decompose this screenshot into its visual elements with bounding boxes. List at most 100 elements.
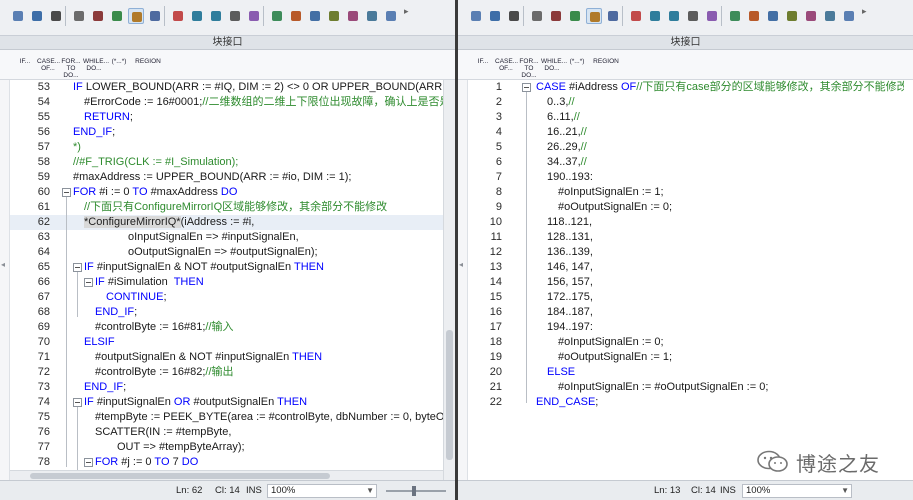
toolbar-button-icon[interactable] (647, 8, 663, 24)
toolbar-button-icon[interactable] (548, 8, 564, 24)
toolbar-button-icon[interactable] (628, 8, 644, 24)
left-horizontal-scrollbar[interactable] (10, 470, 443, 480)
code-line[interactable]: 1 CASE #iAddress OF//下面只有case部分的区域能够修改，其余… (484, 80, 904, 95)
toolbar-button-icon[interactable] (746, 8, 762, 24)
toolbar-button-icon[interactable] (529, 8, 545, 24)
code-line[interactable]: 10 118..121, (484, 215, 904, 230)
code-line[interactable]: 11 128..131, (484, 230, 904, 245)
code-line[interactable]: 56 END_IF; (10, 125, 443, 140)
toolbar-button-icon[interactable] (189, 8, 205, 24)
toolbar-button-icon[interactable] (487, 8, 503, 24)
toolbar-button-icon[interactable] (685, 8, 701, 24)
code-line[interactable]: 67 CONTINUE; (10, 290, 443, 305)
code-line[interactable]: 60 FOR #i := 0 TO #maxAddress DO (10, 185, 443, 200)
left-vscroll-thumb[interactable] (446, 330, 453, 460)
right-zoom-select[interactable]: 100% ▼ (742, 484, 852, 498)
left-hscroll-thumb[interactable] (30, 473, 330, 479)
toolbar-button-icon[interactable] (48, 8, 64, 24)
code-line[interactable]: 4 16..21,// (484, 125, 904, 140)
code-line[interactable]: 63 oInputSignalEn => #inputSignalEn, (10, 230, 443, 245)
stmt-comment-button[interactable]: (*...*) (106, 54, 132, 76)
toolbar-overflow-icon[interactable]: ▸ (862, 6, 867, 17)
code-line[interactable]: 65 IF #inputSignalEn & NOT #outputSignalE… (10, 260, 443, 275)
code-line[interactable]: 21 #oInputSignalEn := #oOutputSignalEn :=… (484, 380, 904, 395)
code-line[interactable]: 77 OUT => #tempByteArray); (10, 440, 443, 455)
code-line[interactable]: 58 //#F_TRIG(CLK := #I_Simulation); (10, 155, 443, 170)
stmt-for-to-do-button[interactable]: FOR... TO DO... (518, 54, 540, 79)
stmt-case-of-button[interactable]: CASE... OF... (37, 54, 60, 76)
code-line[interactable]: 66 IF #iSimulation THEN (10, 275, 443, 290)
fold-toggle-icon[interactable] (73, 398, 82, 407)
toolbar-button-icon[interactable] (704, 8, 720, 24)
fold-toggle-icon[interactable] (84, 278, 93, 287)
code-line[interactable]: 78 FOR #j := 0 TO 7 DO (10, 455, 443, 470)
code-line[interactable]: 6 34..37,// (484, 155, 904, 170)
left-zoom-slider[interactable] (386, 486, 446, 496)
toolbar-button-icon[interactable] (170, 8, 186, 24)
code-line[interactable]: 76 SCATTER(IN := #tempByte, (10, 425, 443, 440)
code-line[interactable]: 12 136..139, (484, 245, 904, 260)
code-line[interactable]: 71 #outputSignalEn & NOT #inputSignalEn T… (10, 350, 443, 365)
code-line[interactable]: 7 190..193: (484, 170, 904, 185)
right-code-area[interactable]: 1 CASE #iAddress OF//下面只有case部分的区域能够修改，其余… (484, 80, 904, 480)
toolbar-button-icon[interactable] (128, 8, 144, 24)
code-line[interactable]: 54 #ErrorCode := 16#0001;//二维数组的二维上下限位出现故… (10, 95, 443, 110)
code-line[interactable]: 64 oOutputSignalEn => #outputSignalEn); (10, 245, 443, 260)
toolbar-button-icon[interactable] (90, 8, 106, 24)
toolbar-button-icon[interactable] (345, 8, 361, 24)
stmt-if-button[interactable]: IF... (14, 54, 36, 76)
left-zoom-select[interactable]: 100% ▼ (267, 484, 377, 498)
toolbar-button-icon[interactable] (841, 8, 857, 24)
toolbar-button-icon[interactable] (269, 8, 285, 24)
code-line[interactable]: 8 #oInputSignalEn := 1; (484, 185, 904, 200)
code-line[interactable]: 3 6..11,// (484, 110, 904, 125)
toolbar-button-icon[interactable] (147, 8, 163, 24)
toolbar-button-icon[interactable] (208, 8, 224, 24)
code-line[interactable]: 22 END_CASE; (484, 395, 904, 410)
toolbar-button-icon[interactable] (506, 8, 522, 24)
code-line[interactable]: 72 #controlByte := 16#82;//输出 (10, 365, 443, 380)
toolbar-button-icon[interactable] (10, 8, 26, 24)
fold-toggle-icon[interactable] (62, 188, 71, 197)
stmt-comment-button[interactable]: (*...*) (564, 54, 590, 76)
code-line[interactable]: 73 END_IF; (10, 380, 443, 395)
toolbar-button-icon[interactable] (468, 8, 484, 24)
left-block-interface-bar[interactable]: 块接口 (0, 36, 455, 50)
toolbar-button-icon[interactable] (765, 8, 781, 24)
toolbar-button-icon[interactable] (288, 8, 304, 24)
code-line[interactable]: 9 #oOutputSignalEn := 0; (484, 200, 904, 215)
code-line[interactable]: 16 184..187, (484, 305, 904, 320)
left-zoom-slider-knob[interactable] (412, 486, 416, 496)
code-line[interactable]: 17 194..197: (484, 320, 904, 335)
code-line[interactable]: 14 156, 157, (484, 275, 904, 290)
left-vertical-scrollbar[interactable] (443, 80, 455, 480)
stmt-while-do-button[interactable]: WHILE... DO... (541, 54, 567, 76)
toolbar-button-icon[interactable] (109, 8, 125, 24)
stmt-case-of-button[interactable]: CASE... OF... (495, 54, 518, 76)
stmt-region-button[interactable]: REGION (593, 54, 619, 76)
code-line[interactable]: 5 26..29,// (484, 140, 904, 155)
toolbar-button-icon[interactable] (784, 8, 800, 24)
code-line[interactable]: 13 146, 147, (484, 260, 904, 275)
toolbar-button-icon[interactable] (383, 8, 399, 24)
fold-toggle-icon[interactable] (73, 263, 82, 272)
toolbar-button-icon[interactable] (605, 8, 621, 24)
fold-toggle-icon[interactable] (84, 458, 93, 467)
toolbar-button-icon[interactable] (803, 8, 819, 24)
code-line[interactable]: 70 ELSIF (10, 335, 443, 350)
toolbar-button-icon[interactable] (567, 8, 583, 24)
code-line[interactable]: 68 END_IF; (10, 305, 443, 320)
toolbar-button-icon[interactable] (364, 8, 380, 24)
toolbar-button-icon[interactable] (586, 8, 602, 24)
code-line[interactable]: 15 172..175, (484, 290, 904, 305)
code-line[interactable]: 59 #maxAddress := UPPER_BOUND(ARR := #io,… (10, 170, 443, 185)
code-line[interactable]: 53 IF LOWER_BOUND(ARR := #IQ, DIM := 2) <… (10, 80, 443, 95)
code-line[interactable]: 2 0..3,// (484, 95, 904, 110)
code-line[interactable]: 57 *) (10, 140, 443, 155)
toolbar-button-icon[interactable] (326, 8, 342, 24)
toolbar-button-icon[interactable] (666, 8, 682, 24)
stmt-region-button[interactable]: REGION (135, 54, 161, 76)
code-line[interactable]: 55 RETURN; (10, 110, 443, 125)
code-line[interactable]: 62 *ConfigureMirrorIQ*(iAddress := #i, (10, 215, 443, 230)
stmt-for-to-do-button[interactable]: FOR... TO DO... (60, 54, 82, 79)
